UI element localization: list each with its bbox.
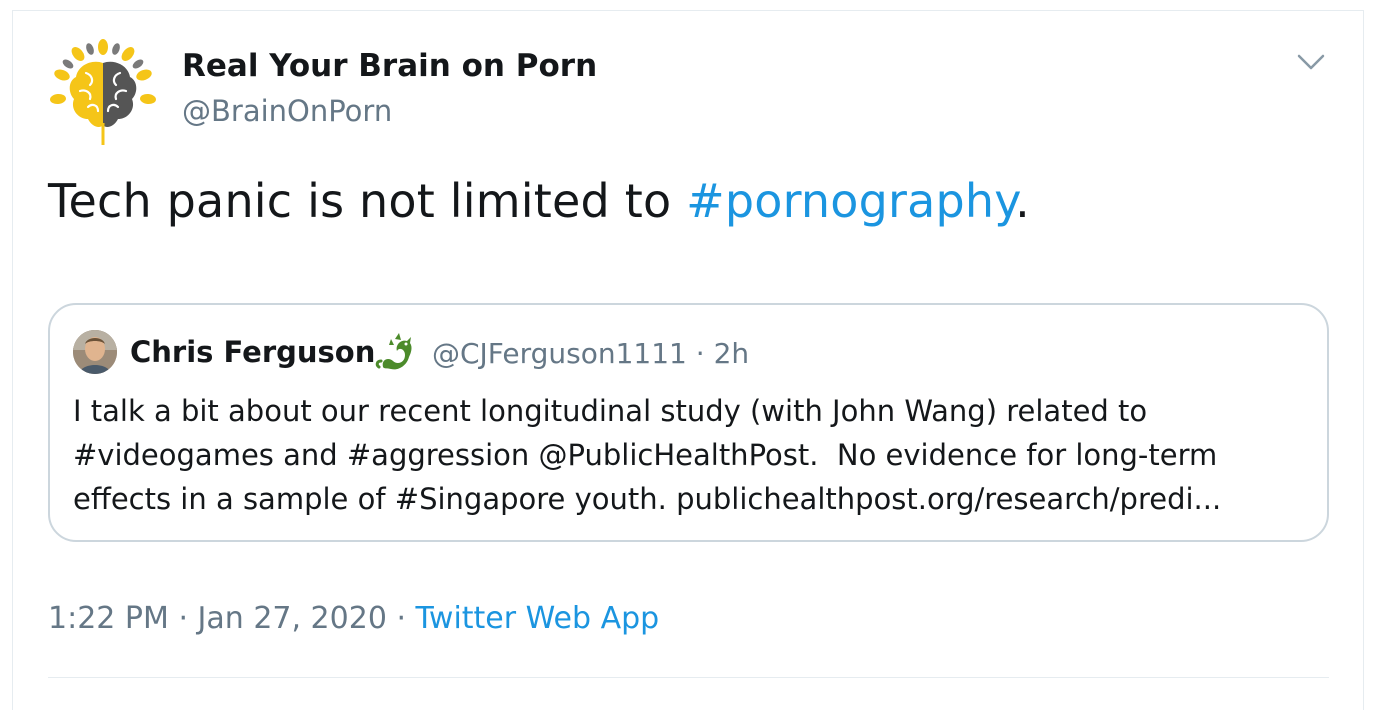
quoted-time-ago[interactable]: 2h	[714, 337, 750, 370]
quoted-line: effects in a sample of #Singapore youth.…	[73, 482, 1222, 516]
tweet-source-link[interactable]: Twitter Web App	[416, 601, 660, 636]
quoted-meta: @CJFerguson1111 · 2h	[432, 337, 749, 370]
footer-separator: ·	[178, 601, 188, 636]
tweet-menu-button[interactable]	[1294, 48, 1328, 76]
author-handle[interactable]: @BrainOnPorn	[182, 94, 392, 128]
meta-separator: ·	[695, 337, 705, 370]
tweet-time[interactable]: 1:22 PM	[48, 601, 169, 636]
divider	[48, 677, 1329, 678]
person-photo-icon	[73, 330, 117, 374]
author-display-name[interactable]: Real Your Brain on Porn	[182, 48, 597, 84]
tweet-text-suffix: .	[1015, 174, 1030, 228]
tweet-text: Tech panic is not limited to #pornograph…	[48, 174, 1030, 228]
tweet-date[interactable]: Jan 27, 2020	[198, 601, 387, 636]
tweet-footer: 1:22 PM · Jan 27, 2020 · Twitter Web App	[48, 601, 659, 636]
tweet-text-prefix: Tech panic is not limited to	[48, 174, 687, 228]
hashtag-link[interactable]: #pornography	[686, 174, 1015, 228]
author-avatar[interactable]	[48, 37, 158, 147]
footer-separator: ·	[396, 601, 406, 636]
chevron-down-icon	[1297, 54, 1325, 70]
quoted-author-handle[interactable]: @CJFerguson1111	[432, 337, 687, 370]
dragon-icon	[375, 331, 415, 371]
quoted-tweet[interactable]: Chris Ferguson @CJFerguson1111 · 2h I ta…	[48, 303, 1329, 542]
quoted-tweet-body: I talk a bit about our recent longitudin…	[73, 389, 1303, 521]
quoted-line: I talk a bit about our recent longitudin…	[73, 394, 1148, 428]
quoted-author-name[interactable]: Chris Ferguson	[130, 335, 375, 369]
brain-sunflower-logo-icon	[50, 39, 156, 145]
quoted-author-avatar[interactable]	[73, 330, 117, 374]
quoted-line: #videogames and #aggression @PublicHealt…	[73, 438, 1218, 472]
